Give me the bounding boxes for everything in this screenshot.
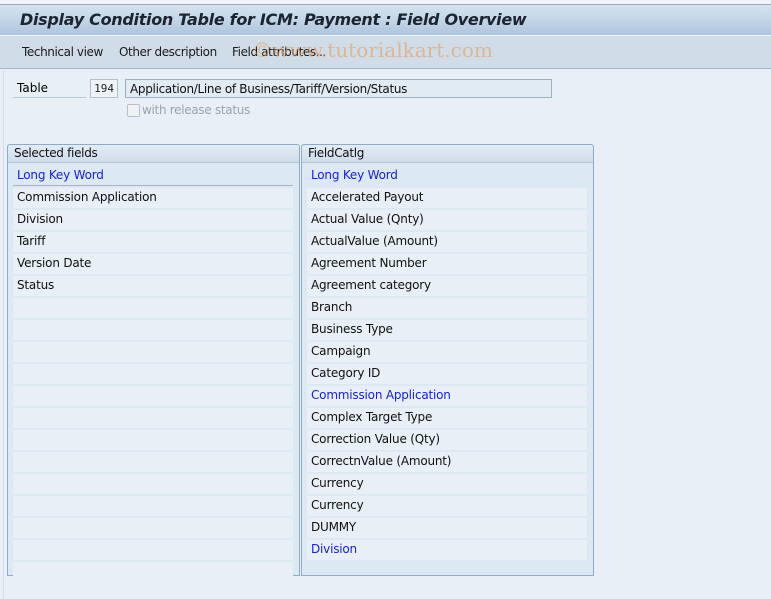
selected-fields-list: Long Key Word Commission Application Divi… xyxy=(13,166,293,584)
selected-field-row[interactable]: Commission Application xyxy=(13,188,293,208)
field-catalog-row[interactable]: Agreement Number xyxy=(307,254,587,274)
field-catalog-row[interactable]: Correction Value (Qty) xyxy=(307,430,587,450)
selected-field-row[interactable] xyxy=(13,320,293,340)
field-catalog-row[interactable]: Complex Target Type xyxy=(307,408,587,428)
release-status-label: with release status xyxy=(142,103,251,117)
selected-fields-title: Selected fields xyxy=(8,145,299,163)
table-number-field[interactable]: 194 xyxy=(90,79,118,98)
title-bar: Display Condition Table for ICM: Payment… xyxy=(0,5,771,36)
field-catalog-row[interactable]: DUMMY xyxy=(307,518,587,538)
field-catalog-row[interactable]: ActualValue (Amount) xyxy=(307,232,587,252)
field-catalog-row[interactable]: Actual Value (Qnty) xyxy=(307,210,587,230)
field-catalog-row[interactable]: CorrectnValue (Amount) xyxy=(307,452,587,472)
table-description-field[interactable]: Application/Line of Business/Tariff/Vers… xyxy=(125,79,552,98)
left-border xyxy=(3,70,4,599)
field-catalog-row[interactable]: Currency xyxy=(307,474,587,494)
selected-field-row[interactable] xyxy=(13,386,293,406)
field-catalog-list: Long Key Word Accelerated Payout Actual V… xyxy=(307,166,587,562)
field-catalog-row[interactable]: Currency xyxy=(307,496,587,516)
selected-field-row[interactable] xyxy=(13,408,293,428)
selected-fields-panel: Selected fields Long Key Word Commission… xyxy=(7,144,300,582)
selected-fields-column-header[interactable]: Long Key Word xyxy=(13,166,293,186)
selected-field-row[interactable] xyxy=(13,430,293,450)
selected-field-row[interactable] xyxy=(13,364,293,384)
selected-field-row[interactable]: Version Date xyxy=(13,254,293,274)
selected-field-row[interactable] xyxy=(13,342,293,362)
release-status-checkbox[interactable] xyxy=(127,104,140,117)
application-toolbar: Technical view Other description Field a… xyxy=(0,36,771,69)
selected-field-row[interactable] xyxy=(13,562,293,582)
selected-field-row[interactable]: Status xyxy=(13,276,293,296)
field-catalog-title: FieldCatlg xyxy=(302,145,593,163)
selected-field-row[interactable] xyxy=(13,518,293,538)
field-catalog-row[interactable]: Commission Application xyxy=(307,386,587,406)
selected-field-row[interactable] xyxy=(13,298,293,318)
field-catalog-row[interactable]: Business Type xyxy=(307,320,587,340)
selected-field-row[interactable] xyxy=(13,540,293,560)
field-catalog-panel: FieldCatlg Long Key Word Accelerated Pay… xyxy=(301,144,594,576)
selected-field-row[interactable]: Tariff xyxy=(13,232,293,252)
field-attributes-button[interactable]: Field attributes... xyxy=(232,45,326,59)
field-catalog-row[interactable]: Division xyxy=(307,540,587,560)
field-catalog-row[interactable]: Category ID xyxy=(307,364,587,384)
field-catalog-row[interactable]: Accelerated Payout xyxy=(307,188,587,208)
field-catalog-row[interactable]: Branch xyxy=(307,298,587,318)
field-catalog-row[interactable]: Agreement category xyxy=(307,276,587,296)
selected-field-row[interactable] xyxy=(13,452,293,472)
selected-field-row[interactable] xyxy=(13,496,293,516)
label-underline xyxy=(13,97,86,98)
other-description-button[interactable]: Other description xyxy=(119,45,217,59)
window-title: Display Condition Table for ICM: Payment… xyxy=(20,10,527,29)
table-label: Table xyxy=(17,81,49,95)
field-catalog-column-header[interactable]: Long Key Word xyxy=(307,166,587,186)
selected-field-row[interactable]: Division xyxy=(13,210,293,230)
technical-view-button[interactable]: Technical view xyxy=(22,45,103,59)
field-catalog-row[interactable]: Campaign xyxy=(307,342,587,362)
selected-field-row[interactable] xyxy=(13,474,293,494)
